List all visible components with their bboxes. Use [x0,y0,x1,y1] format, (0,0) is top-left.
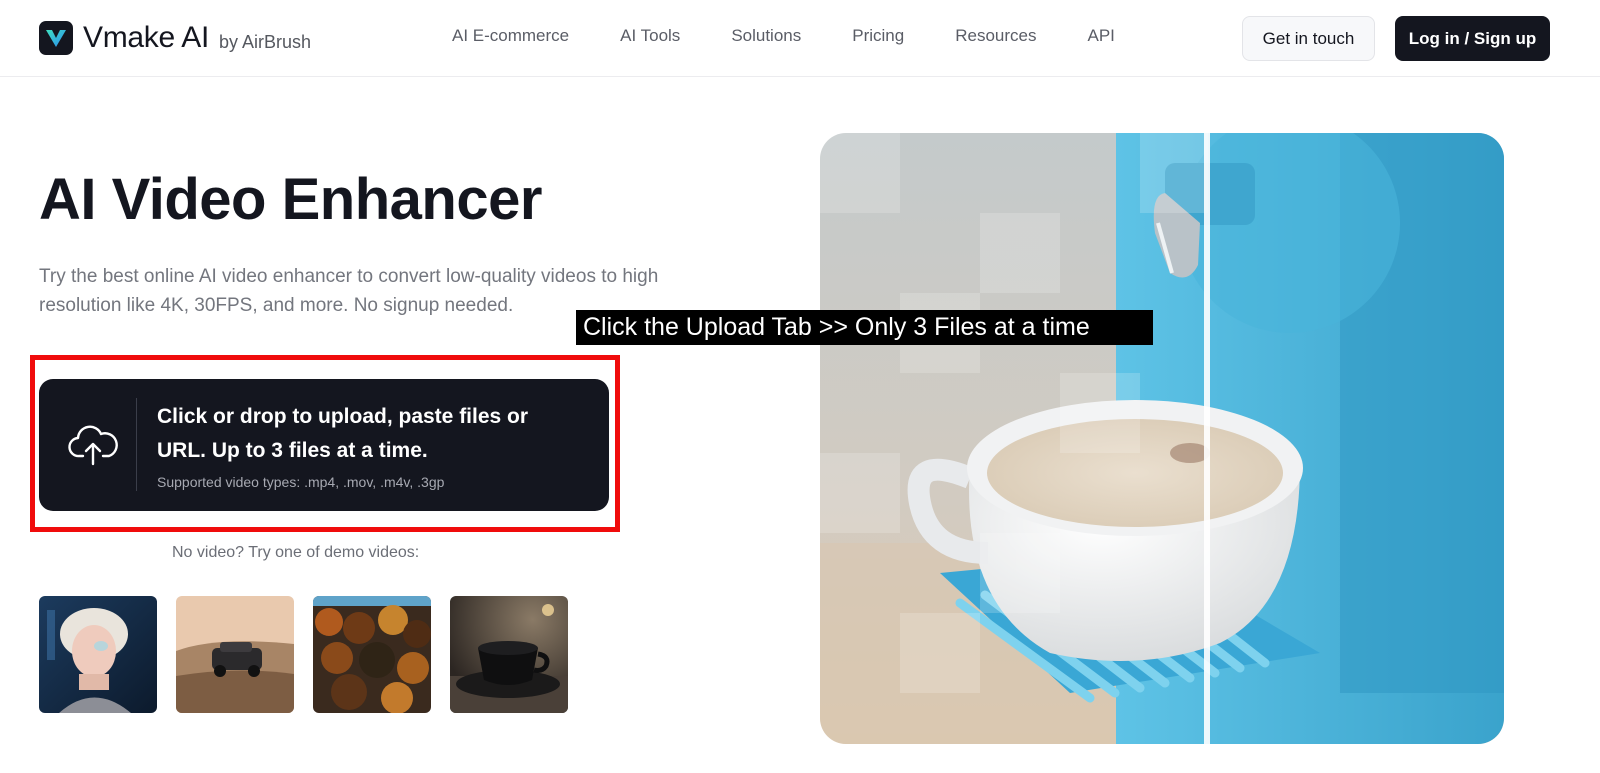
supported-types: Supported video types: .mp4, .mov, .m4v,… [157,474,445,490]
nav-resources[interactable]: Resources [955,26,1036,46]
logo-byline: by AirBrush [219,32,312,52]
vmake-logo-icon [39,21,73,55]
logo[interactable]: Vmake AI by AirBrush [39,20,311,56]
upload-instructions: Click or drop to upload, paste files or … [157,405,529,462]
demo-video-coffee[interactable] [450,596,568,713]
nav-api[interactable]: API [1087,26,1114,46]
demo-videos-label: No video? Try one of demo videos: [172,544,420,561]
logo-wordmark: Vmake AI [83,21,209,54]
demo-video-car[interactable] [176,596,294,713]
site-header: Vmake AI by AirBrush AI E-commerce AI To… [0,0,1600,77]
upload-divider [136,398,137,491]
instruction-caption: Click the Upload Tab >> Only 3 Files at … [576,310,1153,345]
nav-pricing[interactable]: Pricing [852,26,904,46]
demo-video-forest[interactable] [313,596,431,713]
login-signup-button[interactable]: Log in / Sign up [1395,16,1550,61]
main-nav: AI E-commerce AI Tools Solutions Pricing… [452,26,1166,46]
before-after-preview [820,133,1504,744]
page-title: AI Video Enhancer [39,167,542,232]
nav-ai-ecommerce[interactable]: AI E-commerce [452,26,569,46]
demo-video-portrait[interactable] [39,596,157,713]
nav-solutions[interactable]: Solutions [731,26,801,46]
get-in-touch-button[interactable]: Get in touch [1242,16,1375,61]
cloud-upload-icon [67,423,119,467]
nav-ai-tools[interactable]: AI Tools [620,26,680,46]
upload-dropzone[interactable]: Click or drop to upload, paste files or … [39,379,609,511]
